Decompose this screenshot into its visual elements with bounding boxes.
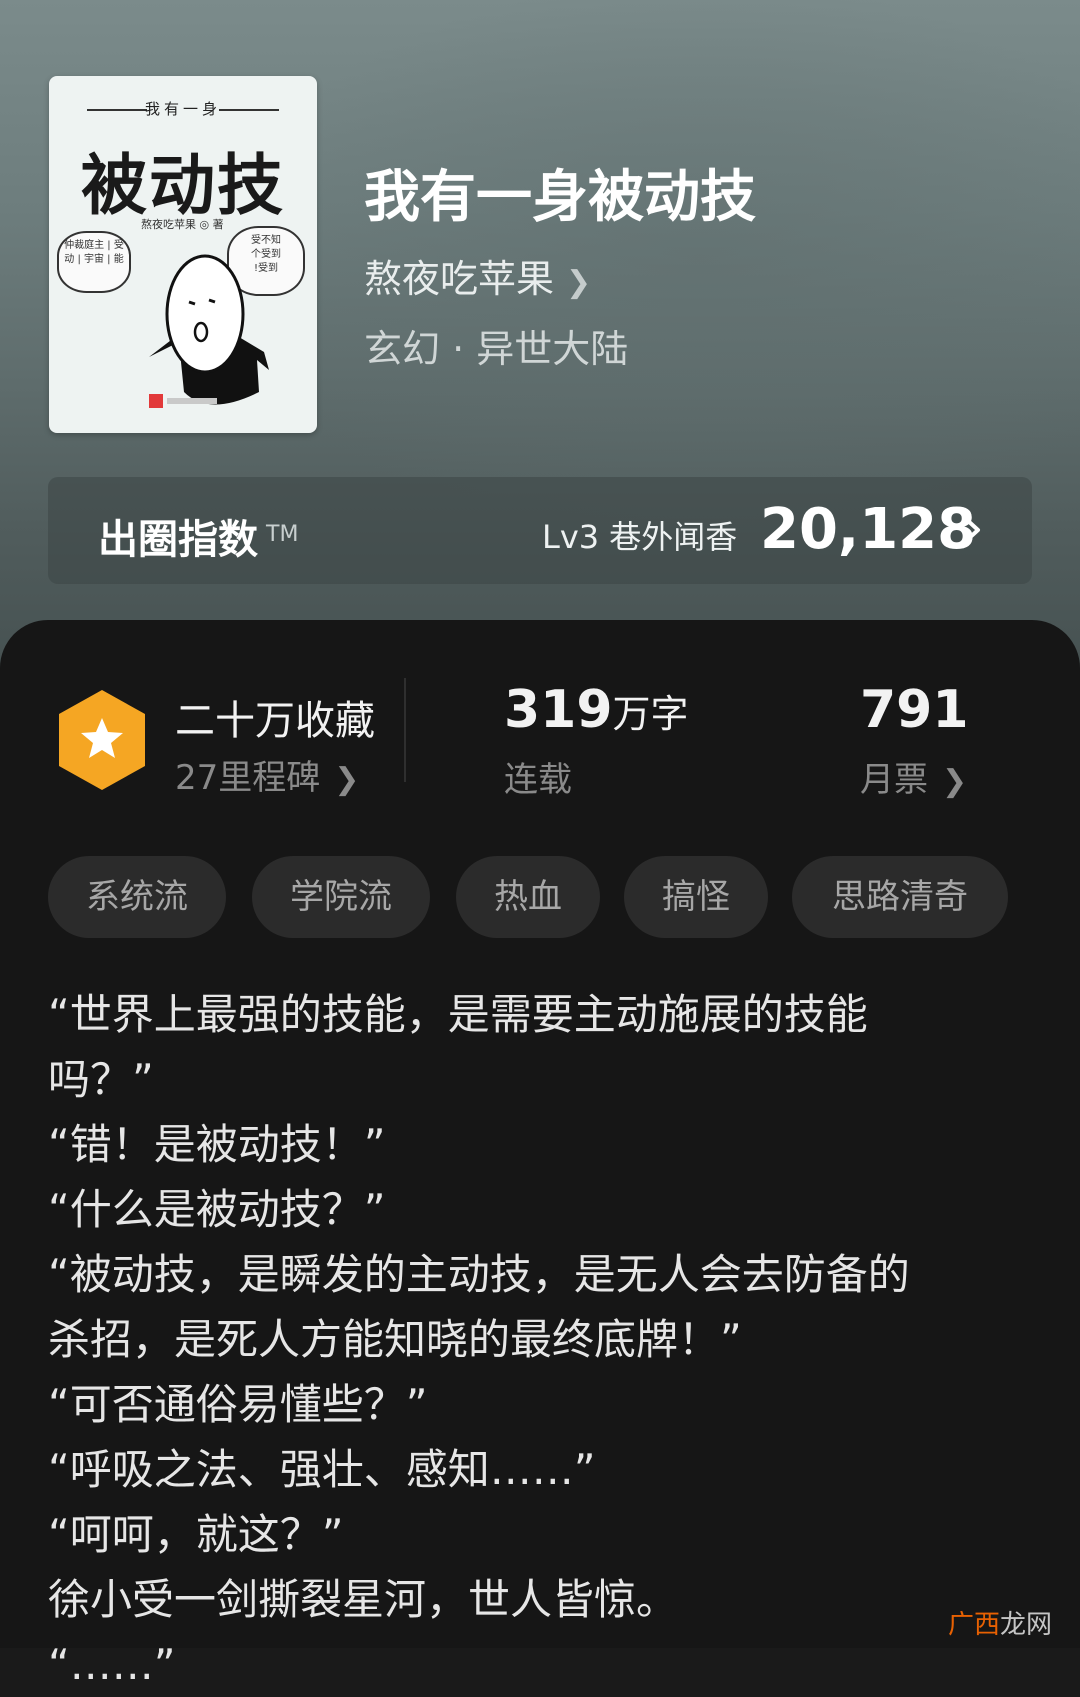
milestones-link[interactable]: 27里程碑 ❯ — [175, 750, 359, 799]
monthly-tickets-label: 月票 — [860, 760, 928, 800]
serialization-status: 连载 — [504, 760, 572, 800]
popularity-index-bar[interactable]: 出圈指数 TM Lv3 巷外闻香 20,128 — [48, 477, 1032, 584]
site-watermark: 广西龙网 — [948, 1610, 1053, 1640]
chevron-right-icon: ❯ — [566, 265, 592, 300]
collection-badge-star-icon — [59, 690, 145, 790]
chevron-right-icon: ❯ — [942, 764, 968, 799]
favorites-count: 二十万收藏 — [175, 698, 375, 744]
word-count-unit: 万字 — [612, 692, 689, 736]
popularity-score: 20,128 — [760, 497, 977, 562]
author-link[interactable]: 熬夜吃苹果 ❯ — [364, 248, 591, 303]
book-synopsis[interactable]: “世界上最强的技能，是需要主动施展的技能 吗？” “错！是被动技！” “什么是被… — [48, 982, 1008, 1697]
tag-chip[interactable]: 搞怪 — [624, 856, 768, 938]
book-title: 我有一身被动技 — [364, 164, 756, 230]
popularity-index-title: 出圈指数 TM — [98, 517, 299, 563]
tag-chip[interactable]: 思路清奇 — [792, 856, 1008, 938]
tag-chip[interactable]: 学院流 — [252, 856, 430, 938]
synopsis-line: “错！是被动技！” — [48, 1120, 386, 1169]
synopsis-line: “呼吸之法、强壮、感知……” — [48, 1445, 596, 1494]
word-count-number: 319 — [504, 680, 613, 740]
cover-speech-bubble-left: 仲裁庭主 | 受 动 | 宇宙 | 能 — [57, 231, 131, 293]
stats-divider — [404, 678, 406, 782]
synopsis-line: 徐小受一剑撕裂星河，世人皆惊。 — [48, 1575, 679, 1624]
trademark-mark: TM — [266, 522, 299, 547]
cover-character-illustration — [149, 254, 269, 405]
synopsis-line: “被动技，是瞬发的主动技，是无人会去防备的 — [48, 1250, 910, 1299]
synopsis-line: “世界上最强的技能，是需要主动施展的技能 — [48, 990, 868, 1039]
book-genre: 玄幻 · 异世大陆 — [364, 327, 629, 371]
popularity-level: Lv3 巷外闻香 — [542, 518, 738, 556]
tag-chip[interactable]: 热血 — [456, 856, 600, 938]
synopsis-line: “呵呵，就这？” — [48, 1510, 344, 1559]
chevron-right-icon: ❯ — [334, 762, 360, 797]
word-count: 319万字 — [504, 680, 689, 740]
synopsis-line: 吗？” — [48, 1055, 154, 1104]
synopsis-line: “可否通俗易懂些？” — [48, 1380, 428, 1429]
chevron-right-icon — [964, 517, 980, 543]
cover-title: 被动技 — [81, 146, 285, 224]
synopsis-line: 杀招，是死人方能知晓的最终底牌！” — [48, 1315, 742, 1364]
tag-chip[interactable]: 系统流 — [48, 856, 226, 938]
milestones-label: 27里程碑 — [175, 758, 321, 798]
book-cover[interactable]: 我有一身 被动技 熬夜吃苹果 ◎ 著 仲裁庭主 | 受 动 | 宇宙 | 能 受… — [49, 76, 317, 433]
author-name: 熬夜吃苹果 — [364, 257, 555, 301]
monthly-tickets-link[interactable]: 月票 ❯ — [860, 752, 967, 801]
cover-author: 熬夜吃苹果 ◎ 著 — [141, 218, 224, 231]
cover-publisher-logo — [149, 394, 217, 408]
synopsis-line: “什么是被动技？” — [48, 1185, 386, 1234]
cover-subtitle: 我有一身 — [144, 100, 221, 118]
synopsis-line: “……” — [48, 1640, 176, 1689]
monthly-tickets-count: 791 — [860, 680, 969, 740]
